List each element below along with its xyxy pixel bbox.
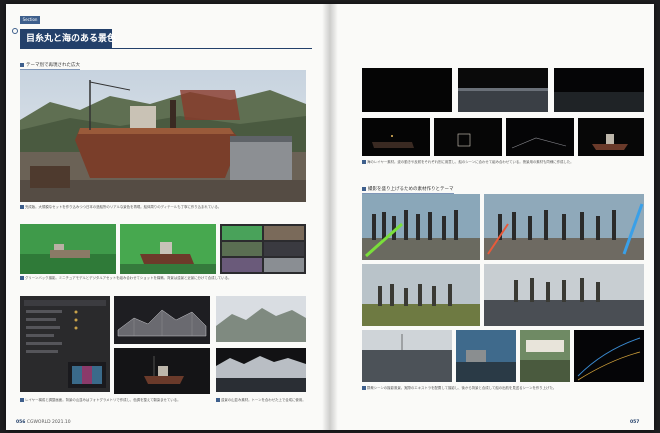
- caption-num-icon: [20, 205, 24, 209]
- caption-num-icon: [362, 160, 366, 164]
- greenscreen-photo-1: [20, 224, 116, 274]
- right-page: 海のレイヤー素材。波の動きや反射をそれぞれ別に用意し、船のシーンに合わせて組み合…: [330, 4, 654, 430]
- caption-num-icon: [216, 398, 220, 402]
- top-caption: 海のレイヤー素材。波の動きや反射をそれぞれ別に用意し、船のシーンに合わせて組み合…: [362, 160, 644, 180]
- crowd-photo-3: [362, 264, 480, 326]
- sign-photo: [520, 330, 570, 382]
- bottom-caption-text: 群衆シーンの撮影風景。実際のエキストラを配置して撮影し、後から背景と合成して船の…: [367, 386, 557, 390]
- section-dot-icon: [12, 28, 18, 34]
- section-tab: Section: [20, 16, 40, 24]
- night-layer-3: [506, 118, 574, 156]
- hull-photo: [362, 330, 452, 382]
- night-layer-2: [434, 118, 502, 156]
- row3-right-caption-text: 遠景の山並み素材。トーンを合わせた上で合成に使用。: [221, 398, 306, 402]
- wireframe-photo: [114, 296, 210, 344]
- main-caption-text: 完成版。大規模なセットを作り込みつつ日本の造船所のリアルな景色を再現。船体周りの…: [25, 205, 222, 209]
- crowd-photo-1: [362, 194, 480, 260]
- light-streak-photo: [574, 330, 644, 382]
- ship-render-photo: [114, 348, 210, 394]
- bullet-icon: [20, 62, 24, 67]
- top-caption-text: 海のレイヤー素材。波の動きや反射をそれぞれ別に用意し、船のシーンに合わせて組み合…: [367, 160, 574, 164]
- harbor-photo: [456, 330, 516, 382]
- row2-caption: グリーンバック撮影。ミニチュアモデルとデジタルアセットを組み合わせてショットを構…: [20, 276, 306, 290]
- title-rule: [112, 48, 312, 49]
- magazine-name: CGWORLD 2021.10: [26, 420, 71, 425]
- spine-shadow: [322, 4, 338, 430]
- crowd-photo-2: [484, 194, 644, 260]
- ship-illustration: [20, 70, 306, 202]
- row3-right-caption: 遠景の山並み素材。トーンを合わせた上で合成に使用。: [216, 398, 306, 416]
- sea-layer-1: [362, 68, 452, 112]
- right-caption-header-text: 撮影を盛り上げるための素材作りとテーマ: [368, 187, 454, 192]
- page-title: 目糸丸と海のある景色: [20, 29, 116, 49]
- magazine-spread: Section 目糸丸と海のある景色 テーマ別で再現された広大 完成版。大規模な…: [6, 4, 654, 430]
- texture-strip-photo: [216, 348, 306, 392]
- caption-header-text: テーマ別で再現された広大: [26, 63, 80, 68]
- row2-caption-text: グリーンバック撮影。ミニチュアモデルとデジタルアセットを組み合わせてショットを構…: [25, 276, 232, 280]
- caption-num-icon: [20, 398, 24, 402]
- ship-photo-main: [20, 70, 306, 202]
- left-page-number: 056: [16, 420, 26, 425]
- mountain-photo: [216, 296, 306, 342]
- right-folio: 057: [630, 420, 639, 425]
- row3-left-caption: レイヤー構成と調整画面。背景の山並みはフォトグラメトリで作成し、色調を整えて馴染…: [20, 398, 210, 416]
- bullet-icon: [362, 186, 366, 191]
- ui-panel-photo: [20, 296, 110, 392]
- night-layer-4: [578, 118, 644, 156]
- main-caption: 完成版。大規模なセットを作り込みつつ日本の造船所のリアルな景色を再現。船体周りの…: [20, 205, 306, 211]
- right-page-number: 057: [630, 420, 640, 425]
- row3-left-caption-text: レイヤー構成と調整画面。背景の山並みはフォトグラメトリで作成し、色調を整えて馴染…: [25, 398, 181, 402]
- sea-layer-3: [554, 68, 644, 112]
- right-caption-header: 撮影を盛り上げるための素材作りとテーマ: [362, 186, 454, 194]
- sea-layer-2: [458, 68, 548, 112]
- left-folio: 056 CGWORLD 2021.10: [16, 420, 71, 425]
- caption-header: テーマ別で再現された広大: [20, 62, 80, 70]
- night-layer-1: [362, 118, 430, 156]
- caption-num-icon: [362, 386, 366, 390]
- layer-grid-photo: [220, 224, 306, 274]
- greenscreen-photo-2: [120, 224, 216, 274]
- crowd-photo-4: [484, 264, 644, 326]
- bottom-caption: 群衆シーンの撮影風景。実際のエキストラを配置して撮影し、後から背景と合成して船の…: [362, 386, 644, 410]
- caption-num-icon: [20, 276, 24, 280]
- left-page: Section 目糸丸と海のある景色 テーマ別で再現された広大 完成版。大規模な…: [6, 4, 330, 430]
